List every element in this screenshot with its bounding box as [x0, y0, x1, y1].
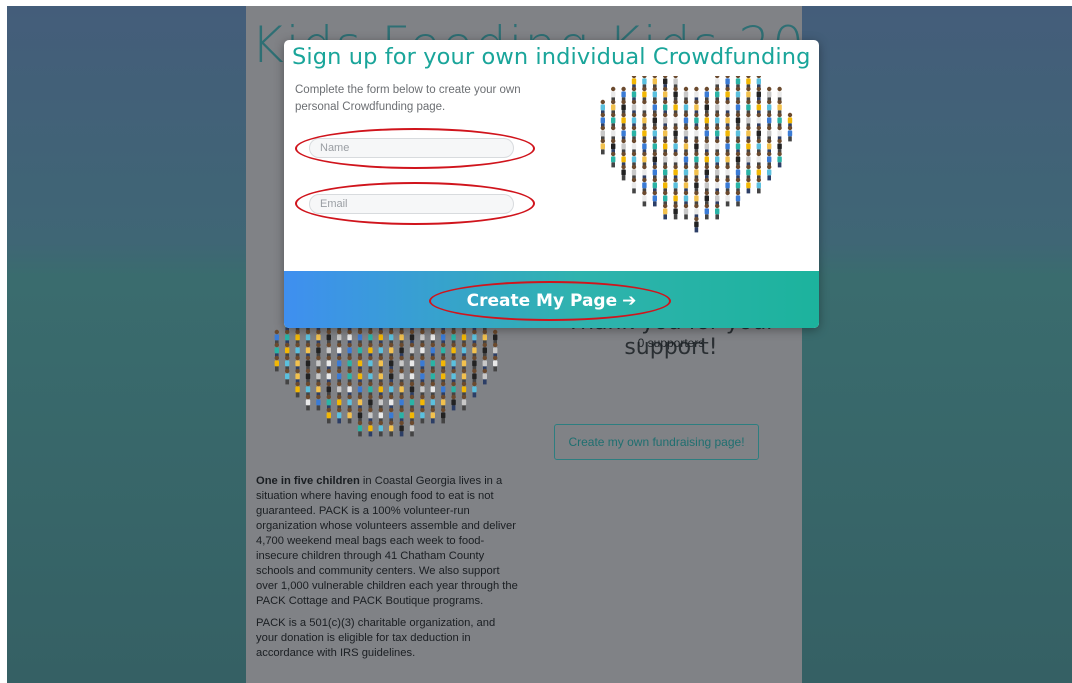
create-my-page-label: Create My Page	[466, 291, 618, 311]
tax-note: PACK is a 501(c)(3) charitable organizat…	[256, 617, 496, 659]
create-own-page-button[interactable]: Create my own fundraising page!	[554, 424, 759, 460]
description-text: in Coastal Georgia lives in a situation …	[256, 475, 518, 607]
supporters-count: 0 supporters	[637, 336, 705, 350]
description-paragraph: One in five children in Coastal Georgia …	[256, 474, 518, 609]
screen: Kids Feeding Kids 2024 Thank you for you…	[7, 6, 1072, 683]
modal-footer: Create My Page ➔	[284, 271, 819, 328]
description: One in five children in Coastal Georgia …	[256, 474, 518, 668]
name-input[interactable]	[309, 138, 514, 158]
signup-modal: Sign up for your own individual Crowdfun…	[284, 40, 819, 328]
people-heart-illustration	[600, 76, 793, 233]
modal-subtitle: Complete the form below to create your o…	[295, 84, 521, 113]
modal-title: Sign up for your own individual Crowdfun…	[292, 44, 819, 70]
description-lead: One in five children	[256, 475, 360, 487]
create-my-page-button[interactable]: Create My Page ➔	[434, 285, 669, 317]
email-input[interactable]	[309, 194, 514, 214]
arrow-right-icon: ➔	[622, 291, 637, 311]
people-heart-image	[274, 306, 498, 437]
